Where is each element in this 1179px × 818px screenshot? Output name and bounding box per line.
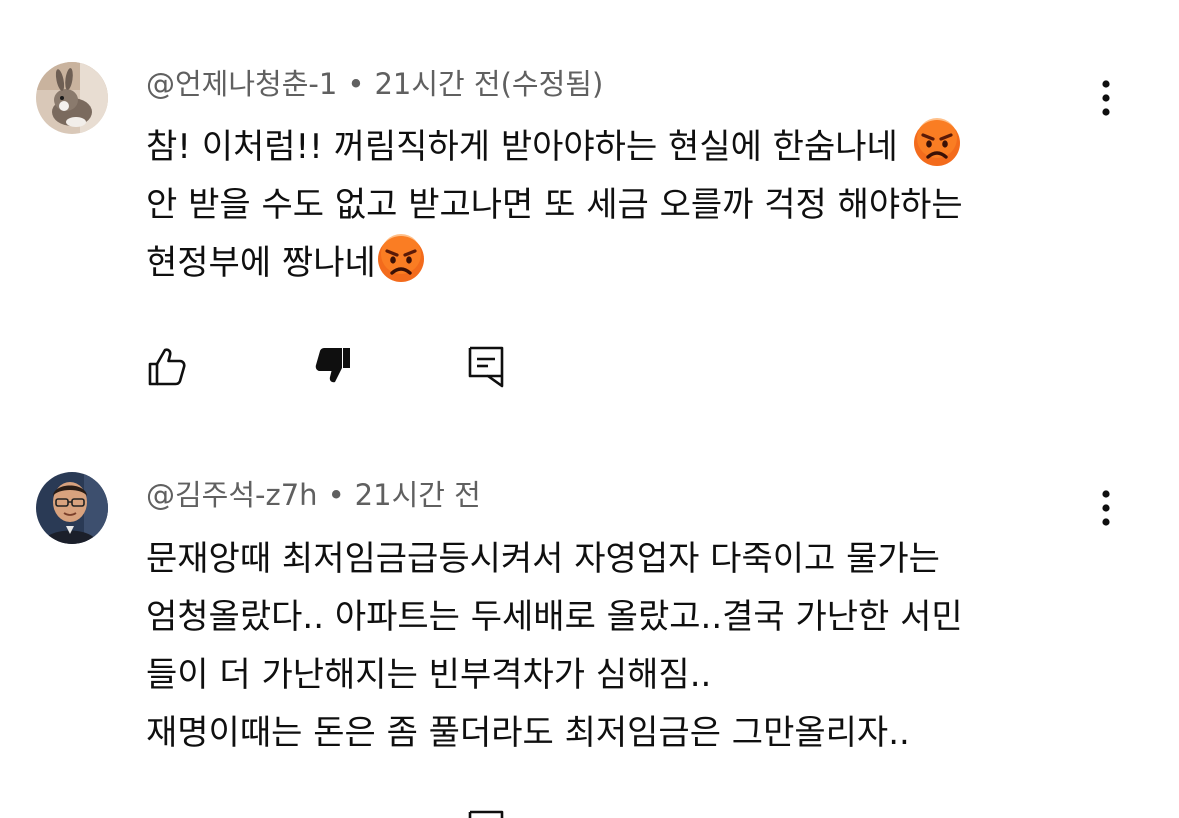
meta-separator: • [347, 67, 365, 101]
comment-menu-button[interactable] [1088, 484, 1124, 532]
comment-line-text: 참! 이처럼!! 꺼림직하게 받아야하는 현실에 한숨나네 [146, 127, 898, 167]
comment-line: 재명이때는 돈은 좀 풀더라도 최저임금은 그만올리자.. [146, 713, 910, 753]
comment-time: 21시간 전 [354, 478, 481, 512]
meta-separator: • [327, 478, 345, 512]
comment-text: 참! 이처럼!! 꺼림직하게 받아야하는 현실에 한숨나네 안 받을 수도 없고… [146, 118, 1136, 292]
like-icon [148, 348, 186, 386]
angry-face-emoji-icon [377, 234, 424, 282]
dislike-button[interactable] [310, 342, 358, 390]
rabbit-avatar-icon [36, 62, 108, 134]
comment-actions [142, 342, 522, 390]
avatar[interactable] [36, 62, 108, 134]
comment-line: 안 받을 수도 없고 받고나면 또 세금 오를까 걱정 해야하는 [146, 185, 963, 225]
reply-button[interactable] [462, 342, 510, 390]
angry-face-emoji-icon [913, 118, 960, 166]
comment-meta: @언제나청춘-1 • 21시간 전(수정됨) [146, 66, 603, 102]
author-name[interactable]: @언제나청춘-1 [146, 67, 337, 101]
dislike-icon [315, 348, 350, 383]
man-glasses-avatar-icon [36, 472, 108, 544]
comment-line-text: 현정부에 짱나네 [146, 243, 376, 283]
comment-line: 엄청올랐다.. 아파트는 두세배로 올랐고..결국 가난한 서민 [146, 597, 963, 637]
comment-time: 21시간 전(수정됨) [374, 67, 604, 101]
comment-text: 문재앙때 최저임금급등시켜서 자영업자 다죽이고 물가는 엄청올랐다.. 아파트… [146, 530, 1136, 762]
comment-line: 참! 이처럼!! 꺼림직하게 받아야하는 현실에 한숨나네 [146, 118, 1136, 176]
avatar[interactable] [36, 472, 108, 544]
author-name[interactable]: @김주석-z7h [146, 478, 318, 512]
comment-line: 들이 더 가난해지는 빈부격차가 심해짐.. [146, 655, 712, 695]
comment-actions [142, 800, 522, 818]
comment-line: 현정부에 짱나네 [146, 234, 1136, 292]
reply-button[interactable] [462, 800, 510, 818]
more-vert-icon [1102, 490, 1110, 526]
comment-menu-button[interactable] [1088, 74, 1124, 122]
comment-line: 문재앙때 최저임금급등시켜서 자영업자 다죽이고 물가는 [146, 539, 940, 579]
more-vert-icon [1102, 80, 1110, 116]
like-button[interactable] [142, 342, 190, 390]
comment-meta: @김주석-z7h • 21시간 전 [146, 477, 481, 513]
reply-icon [468, 810, 504, 818]
reply-icon [468, 346, 504, 388]
